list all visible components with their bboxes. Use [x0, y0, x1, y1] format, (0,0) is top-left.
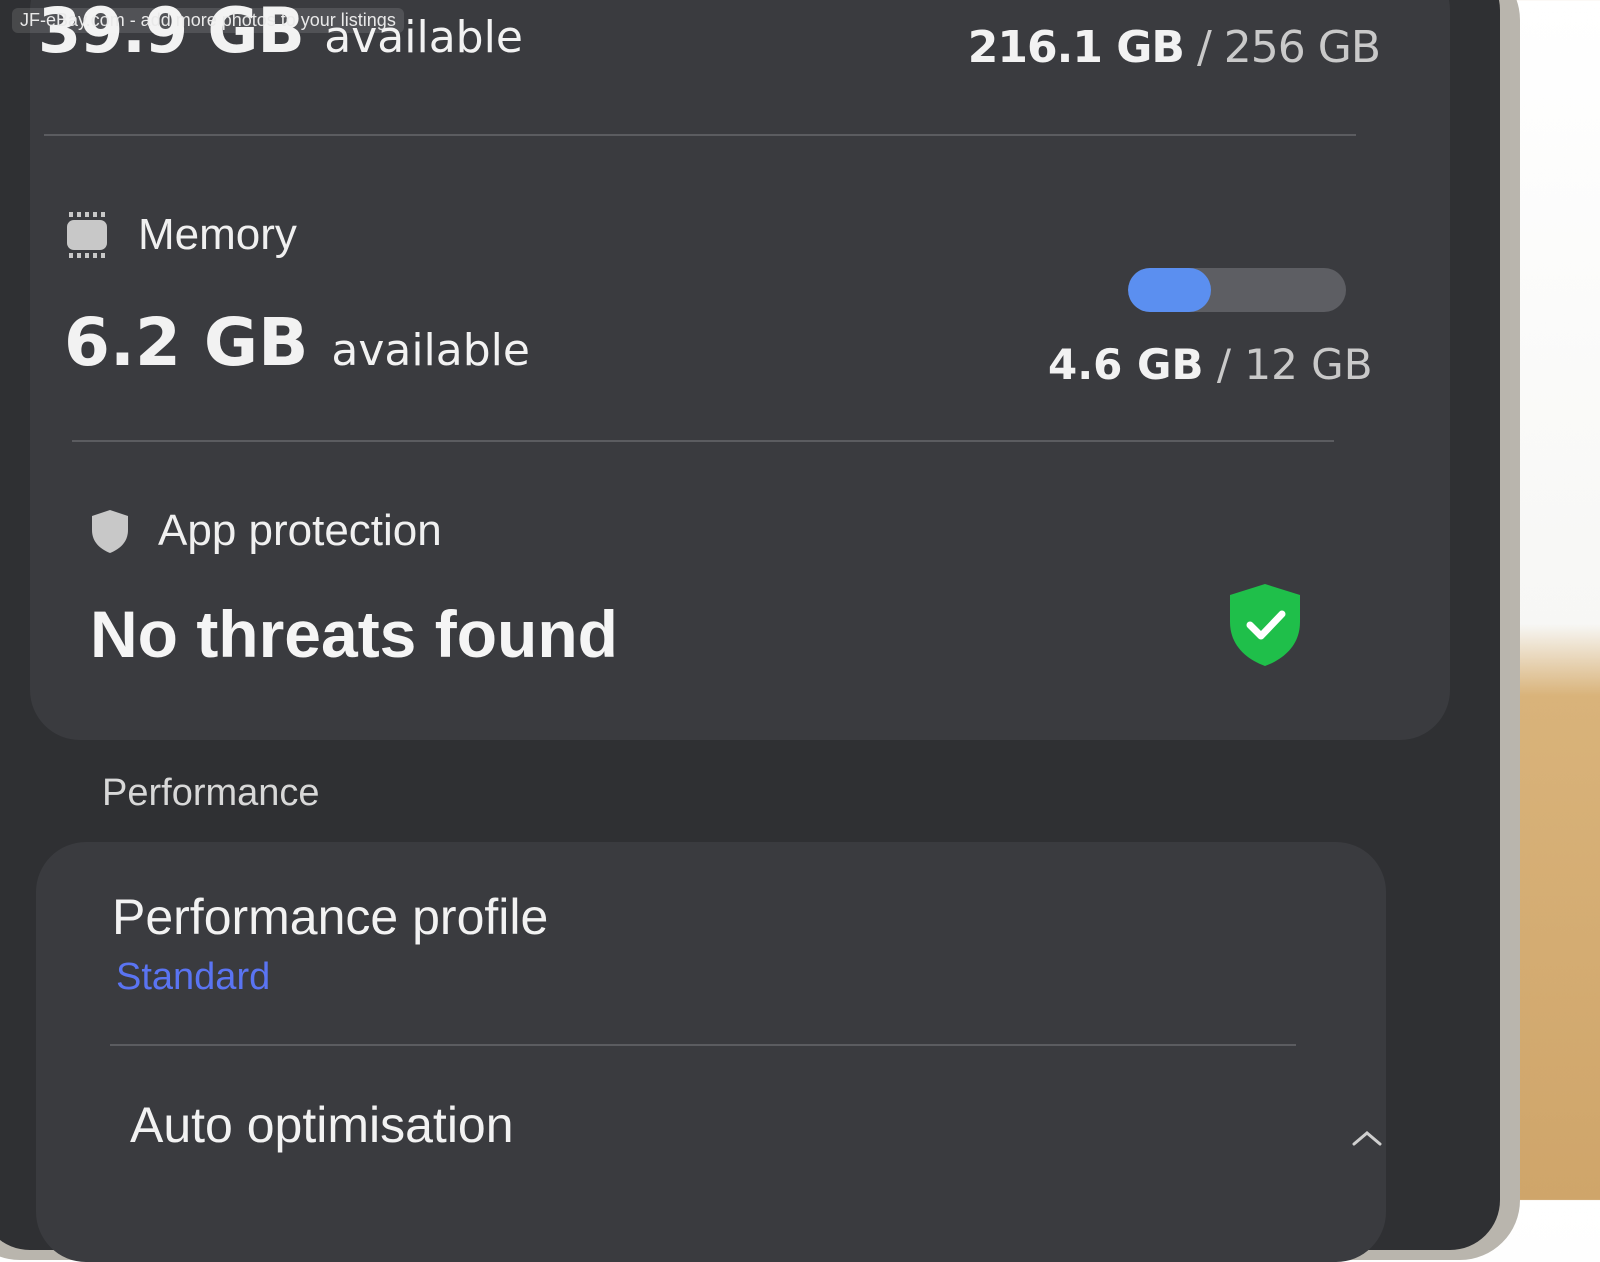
- shield-icon: [92, 510, 128, 553]
- storage-used: 216.1 GB: [967, 22, 1185, 73]
- memory-usage-bar: [1128, 268, 1346, 312]
- memory-title: Memory: [138, 210, 297, 259]
- memory-separator: /: [1203, 340, 1245, 389]
- performance-section-label: Performance: [102, 772, 320, 814]
- memory-chip-icon: [67, 212, 107, 258]
- storage-usage: 216.1 GB / 256 GB: [967, 22, 1381, 73]
- app-protection-title: App protection: [158, 506, 442, 555]
- memory-available-value: 6.2 GB: [64, 304, 309, 381]
- divider: [44, 134, 1356, 136]
- memory-available-label: available: [331, 325, 530, 376]
- shield-check-icon: [1230, 584, 1300, 666]
- app-protection-header[interactable]: App protection: [90, 506, 442, 556]
- watermark-text: JF-eBay.com - add more photos to your li…: [12, 8, 404, 33]
- memory-header[interactable]: Memory: [64, 210, 297, 260]
- memory-usage: 4.6 GB / 12 GB: [1048, 340, 1373, 389]
- divider: [72, 440, 1334, 442]
- storage-separator: /: [1183, 22, 1224, 73]
- chevron-up-icon[interactable]: [1350, 1128, 1384, 1148]
- storage-total: 256 GB: [1223, 22, 1381, 73]
- memory-used: 4.6 GB: [1048, 340, 1204, 389]
- divider: [110, 1044, 1296, 1046]
- performance-profile-value: Standard: [116, 956, 271, 998]
- performance-profile-title: Performance profile: [112, 889, 549, 945]
- auto-optimisation-title: Auto optimisation: [130, 1097, 514, 1153]
- app-protection-status: No threats found: [90, 597, 618, 671]
- memory-usage-bar-fill: [1128, 268, 1211, 312]
- memory-available: 6.2 GB available: [64, 310, 530, 376]
- memory-total: 12 GB: [1244, 340, 1373, 389]
